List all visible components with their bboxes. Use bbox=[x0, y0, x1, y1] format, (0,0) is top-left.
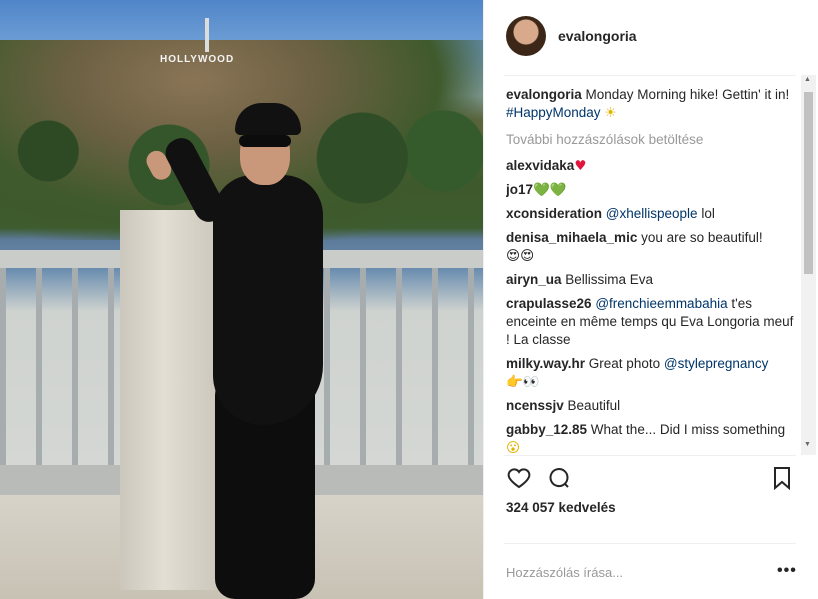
comment-text: Beautiful bbox=[563, 398, 621, 413]
pointing-eyes-emoji: 👉👀 bbox=[506, 374, 540, 390]
photo-person bbox=[142, 103, 335, 599]
comment-text: lol bbox=[697, 206, 715, 221]
comment-mention[interactable]: @stylepregnancy bbox=[664, 356, 769, 371]
header-username[interactable]: evalongoria bbox=[558, 28, 637, 44]
comment-text: What the... Did I miss something bbox=[587, 422, 786, 437]
comment-username[interactable]: jo17 bbox=[506, 182, 533, 197]
caption-username[interactable]: evalongoria bbox=[506, 87, 582, 102]
scroll-up-arrow-icon[interactable]: ▲ bbox=[804, 76, 811, 83]
comment-input[interactable]: Hozzászólás írása... bbox=[506, 565, 623, 580]
scrollbar-thumb[interactable] bbox=[804, 92, 813, 274]
comment-text: Great photo bbox=[585, 356, 664, 371]
scroll-down-arrow-icon[interactable]: ▼ bbox=[804, 441, 811, 448]
list-item: milky.way.hr Great photo @stylepregnancy… bbox=[506, 355, 798, 391]
comment-username[interactable]: milky.way.hr bbox=[506, 356, 585, 371]
hollywood-sign: HOLLYWOOD bbox=[160, 54, 235, 65]
photo-tower bbox=[205, 18, 209, 52]
heart-eyes-emoji: 😍😍 bbox=[506, 248, 535, 264]
caption: evalongoria Monday Morning hike! Gettin'… bbox=[506, 86, 798, 122]
comment-input-divider bbox=[504, 543, 796, 544]
comments-list[interactable]: evalongoria Monday Morning hike! Gettin'… bbox=[506, 86, 798, 454]
comment-mention[interactable]: @xhellispeople bbox=[606, 206, 698, 221]
comment-icon[interactable] bbox=[546, 466, 572, 495]
surprised-emoji: 😮 bbox=[506, 440, 521, 454]
list-item: xconsideration @xhellispeople lol bbox=[506, 205, 798, 223]
list-item: gabby_12.85 What the... Did I miss somet… bbox=[506, 421, 798, 454]
comment-username[interactable]: ncenssjv bbox=[506, 398, 564, 413]
load-more-comments[interactable]: További hozzászólások betöltése bbox=[506, 132, 798, 147]
more-options-icon[interactable]: ••• bbox=[777, 562, 797, 580]
heart-emoji: ♥ bbox=[574, 158, 587, 174]
panel-divider bbox=[483, 0, 484, 599]
list-item: crapulasse26 @frenchieemmabahia t'es enc… bbox=[506, 295, 798, 349]
likes-count[interactable]: 324 057 kedvelés bbox=[506, 500, 616, 515]
list-item: ncenssjv Beautiful bbox=[506, 397, 798, 415]
list-item: airyn_ua Bellissima Eva bbox=[506, 271, 798, 289]
post-header: evalongoria bbox=[506, 16, 637, 56]
list-item: jo17💚💚 bbox=[506, 181, 798, 199]
header-divider bbox=[504, 75, 796, 76]
post-photo[interactable]: HOLLYWOOD bbox=[0, 0, 483, 599]
actions-divider bbox=[504, 455, 796, 456]
comment-username[interactable]: denisa_mihaela_mic bbox=[506, 230, 637, 245]
comment-text: you are so beautiful! bbox=[637, 230, 763, 245]
comment-username[interactable]: gabby_12.85 bbox=[506, 422, 587, 437]
heart-icon[interactable] bbox=[506, 466, 532, 495]
comment-username[interactable]: airyn_ua bbox=[506, 272, 562, 287]
sun-emoji: ☀ bbox=[604, 105, 617, 121]
caption-hashtag[interactable]: #HappyMonday bbox=[506, 105, 601, 120]
bookmark-icon[interactable] bbox=[772, 466, 792, 495]
person-body bbox=[213, 175, 323, 425]
comment-username[interactable]: xconsideration bbox=[506, 206, 602, 221]
comment-mention[interactable]: @frenchieemmabahia bbox=[595, 296, 727, 311]
list-item: denisa_mihaela_mic you are so beautiful!… bbox=[506, 229, 798, 265]
green-heart-emoji: 💚💚 bbox=[533, 182, 567, 198]
action-bar bbox=[504, 466, 796, 492]
list-item: alexvidaka♥ bbox=[506, 157, 798, 175]
avatar[interactable] bbox=[506, 16, 546, 56]
comment-text: Bellissima Eva bbox=[561, 272, 654, 287]
comment-username[interactable]: crapulasse26 bbox=[506, 296, 592, 311]
caption-text: Monday Morning hike! Gettin' it in! bbox=[581, 87, 790, 102]
comment-username[interactable]: alexvidaka bbox=[506, 158, 574, 173]
person-sunglasses bbox=[239, 135, 291, 147]
